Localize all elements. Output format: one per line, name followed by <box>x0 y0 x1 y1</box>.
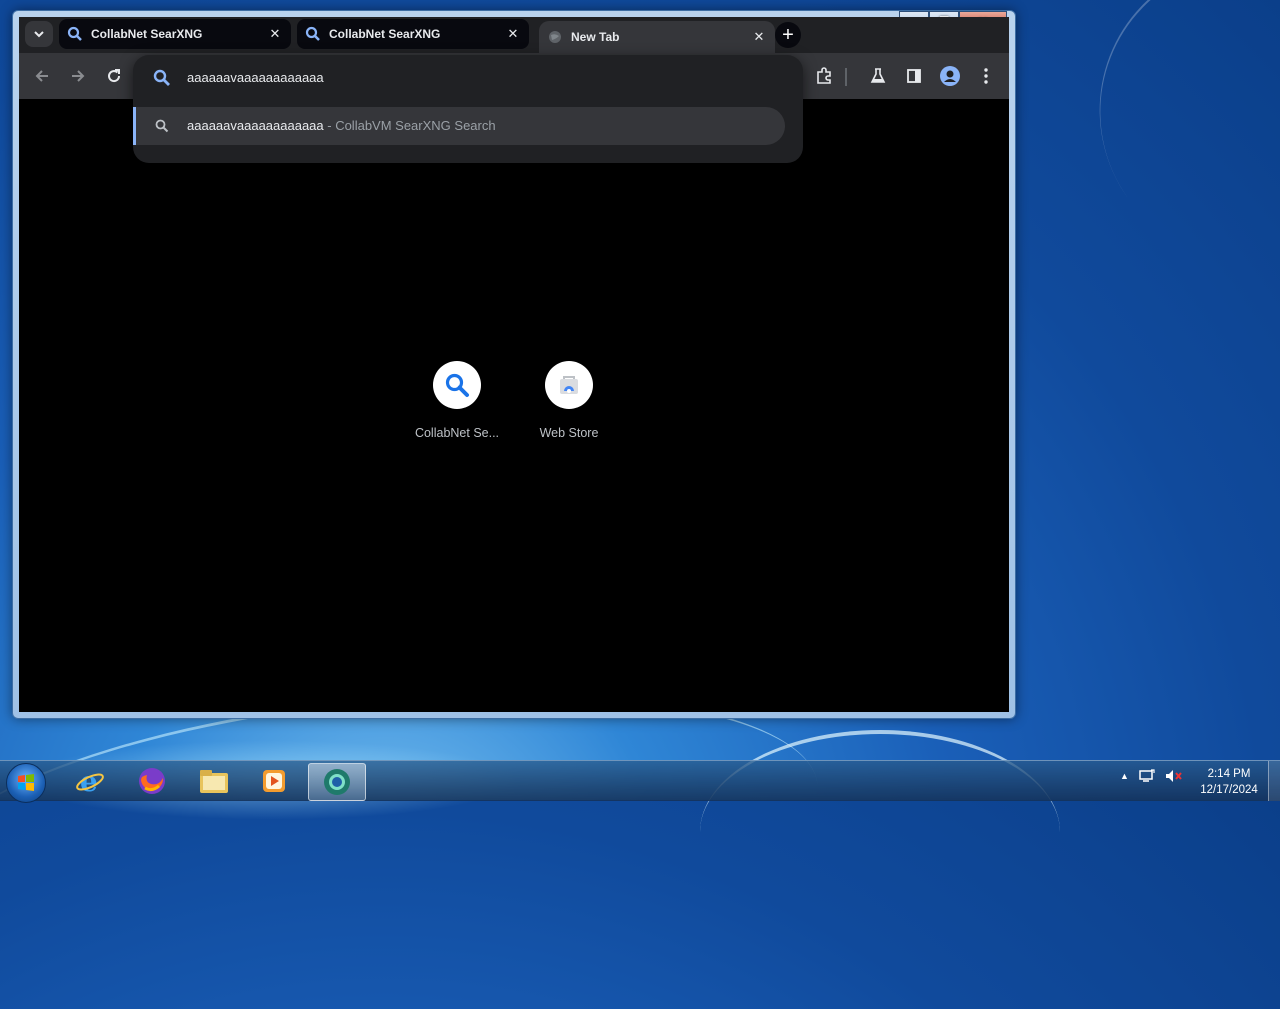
windows-logo-icon <box>18 774 34 791</box>
more-vert-icon <box>984 68 988 84</box>
shortcut-tile <box>545 361 593 409</box>
new-tab-page: CollabNet Se... Web Store <box>19 99 1009 712</box>
puzzle-icon <box>817 67 831 84</box>
tab-close-icon[interactable]: ✕ <box>505 26 521 42</box>
web-store-icon <box>560 376 578 394</box>
suggestion-focus-indicator <box>133 107 136 145</box>
extensions-button[interactable] <box>813 65 835 87</box>
reload-button[interactable] <box>103 65 125 87</box>
chrome-icon <box>324 769 350 795</box>
volume-muted-icon[interactable] <box>1165 769 1183 783</box>
side-panel-icon <box>907 69 921 83</box>
start-button[interactable] <box>6 763 46 803</box>
firefox-icon <box>139 768 165 794</box>
folder-icon <box>200 770 228 793</box>
arrow-right-icon <box>72 70 85 82</box>
tab-new-tab[interactable]: New Tab ✕ <box>539 21 775 53</box>
clock-date: 12/17/2024 <box>1200 784 1258 796</box>
search-icon <box>305 26 321 42</box>
flask-icon <box>870 68 886 83</box>
action-center-icon[interactable] <box>1139 769 1155 783</box>
search-icon <box>155 119 169 138</box>
media-player-icon <box>263 770 285 792</box>
omnibox-popup: aaaaaavaaaaaaaaaaaa aaaaaavaaaaaaaaaaaa … <box>133 55 803 163</box>
taskbar-media-player[interactable] <box>246 763 302 799</box>
suggestion-description: - CollabVM SearXNG Search <box>323 118 496 133</box>
search-icon <box>67 26 83 42</box>
search-icon <box>445 373 469 397</box>
menu-button[interactable] <box>975 65 997 87</box>
browser-window: ▁ ❐ ✕ CollabNet SearXNG ✕ CollabNet Sear… <box>12 10 1016 719</box>
search-icon <box>153 69 171 92</box>
side-panel-button[interactable] <box>903 65 925 87</box>
new-tab-button[interactable]: + <box>775 22 801 48</box>
tab-strip: CollabNet SearXNG ✕ CollabNet SearXNG ✕ … <box>19 17 1009 53</box>
system-tray: ▲ <box>1120 769 1183 783</box>
omnibox-suggestion[interactable]: aaaaaavaaaaaaaaaaaa - CollabVM SearXNG S… <box>133 107 785 145</box>
tab-search-button[interactable] <box>25 21 53 47</box>
reload-icon <box>108 69 121 83</box>
desktop-streak <box>1040 0 1280 321</box>
taskbar-file-explorer[interactable] <box>186 763 242 799</box>
internet-explorer-icon: e <box>76 766 104 796</box>
taskbar-chrome[interactable] <box>308 763 366 801</box>
taskbar-firefox[interactable] <box>124 763 180 799</box>
toolbar-divider <box>845 68 847 86</box>
chrome-frame: CollabNet SearXNG ✕ CollabNet SearXNG ✕ … <box>19 17 1009 712</box>
shortcut-tile <box>433 361 481 409</box>
arrow-left-icon <box>35 70 48 82</box>
show-desktop-button[interactable] <box>1268 761 1280 801</box>
tab-label: CollabNet SearXNG <box>91 27 203 41</box>
show-hidden-icons-icon[interactable]: ▲ <box>1120 771 1129 781</box>
taskbar-internet-explorer[interactable]: e <box>62 763 118 799</box>
avatar-icon <box>940 66 960 86</box>
tab-close-icon[interactable]: ✕ <box>267 26 283 42</box>
shortcut-label: Web Store <box>539 426 599 440</box>
forward-button[interactable] <box>67 65 89 87</box>
tab-label: CollabNet SearXNG <box>329 27 441 41</box>
shortcut-label: CollabNet Se... <box>414 426 500 440</box>
taskbar: e ▲ 2:14 PM 12/17/2024 <box>0 760 1280 803</box>
suggestion-text: aaaaaavaaaaaaaaaaaa - CollabVM SearXNG S… <box>187 118 496 133</box>
tab-close-icon[interactable]: ✕ <box>751 29 767 45</box>
clock-time: 2:14 PM <box>1207 768 1251 780</box>
tab-label: New Tab <box>571 30 620 44</box>
profile-button[interactable] <box>939 65 961 87</box>
system-clock[interactable]: 2:14 PM 12/17/2024 <box>1196 766 1262 798</box>
tab-collabnet-searxng-1[interactable]: CollabNet SearXNG ✕ <box>59 19 291 49</box>
back-button[interactable] <box>31 65 53 87</box>
suggestion-query: aaaaaavaaaaaaaaaaaa <box>187 118 324 133</box>
address-bar[interactable]: aaaaaavaaaaaaaaaaaa <box>133 55 803 101</box>
shortcut-collabnet-search[interactable]: CollabNet Se... <box>407 361 507 440</box>
chevron-down-icon <box>34 31 44 38</box>
globe-icon <box>547 29 563 45</box>
shortcut-web-store[interactable]: Web Store <box>519 361 619 440</box>
address-input[interactable]: aaaaaavaaaaaaaaaaaa <box>187 70 324 85</box>
labs-button[interactable] <box>867 65 889 87</box>
tab-collabnet-searxng-2[interactable]: CollabNet SearXNG ✕ <box>297 19 529 49</box>
